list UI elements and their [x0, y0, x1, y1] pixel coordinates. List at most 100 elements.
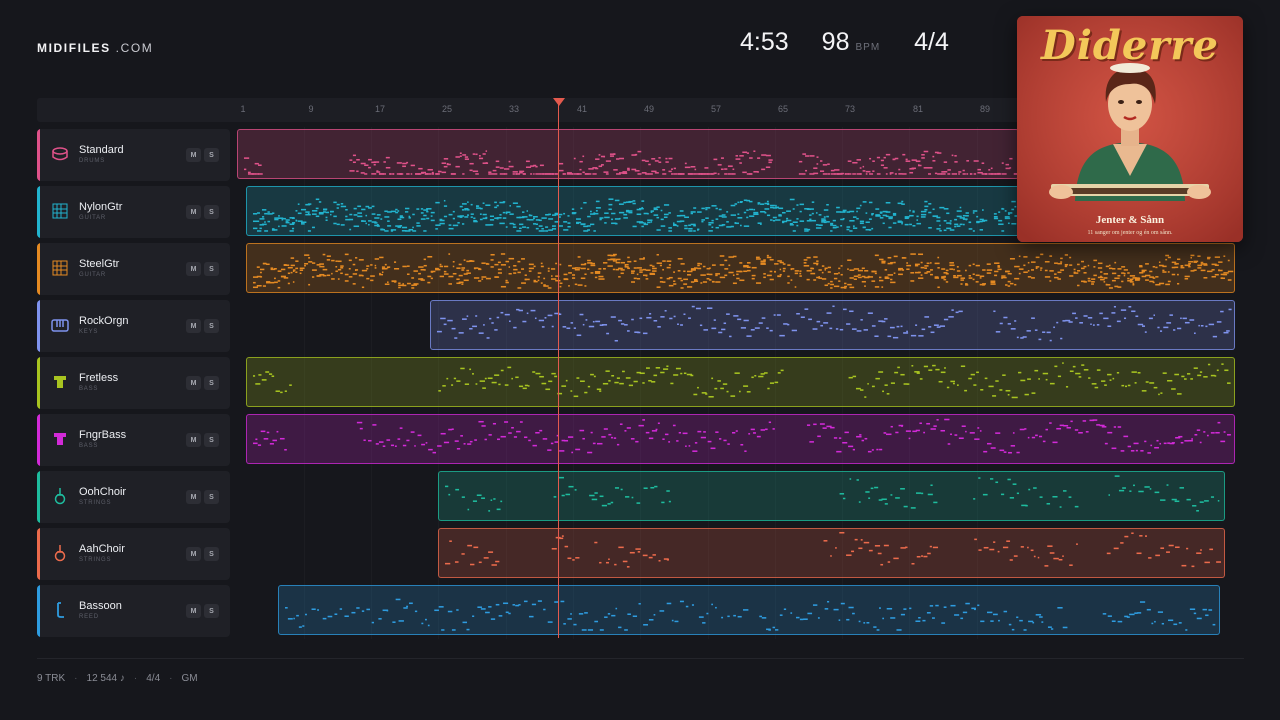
playhead-handle[interactable]	[553, 98, 565, 106]
track-header-standard[interactable]: Standard DRUMS M S	[37, 129, 230, 181]
separator-dot: ·	[169, 673, 173, 684]
solo-button[interactable]: S	[204, 262, 219, 276]
solo-button[interactable]: S	[204, 376, 219, 390]
track-name: FngrBass	[79, 429, 127, 441]
midi-region-aahchoir[interactable]	[438, 528, 1225, 578]
track-category: STRINGS	[79, 500, 112, 506]
mute-button[interactable]: M	[186, 205, 201, 219]
playhead[interactable]	[558, 102, 559, 638]
midi-region-fngrbass[interactable]	[246, 414, 1235, 464]
ruler-tick: 9	[308, 104, 314, 114]
track-category: STRINGS	[79, 557, 112, 563]
time-signature: 4/4	[914, 28, 949, 56]
ruler-tick: 57	[710, 104, 722, 114]
track-category: DRUMS	[79, 158, 105, 164]
midi-region-fretless[interactable]	[246, 357, 1235, 407]
mute-button[interactable]: M	[186, 490, 201, 504]
bassoon-icon	[51, 601, 69, 619]
brand-logo: MIDIFILES .COM	[37, 41, 153, 55]
note-cluster	[444, 531, 1222, 568]
track-category: REED	[79, 614, 99, 620]
solo-button[interactable]: S	[204, 547, 219, 561]
note-cluster	[252, 362, 1231, 399]
tempo: 98	[821, 28, 850, 56]
mute-button[interactable]: M	[186, 433, 201, 447]
brand-suffix: .COM	[115, 41, 154, 55]
ruler-tick: 41	[576, 104, 588, 114]
mute-button[interactable]: M	[186, 262, 201, 276]
note-cluster	[284, 598, 1216, 631]
track-header-oohchoir[interactable]: OohChoir STRINGS M S	[37, 471, 230, 523]
midi-region-rockorgn[interactable]	[430, 300, 1235, 350]
track-header-aahchoir[interactable]: AahChoir STRINGS M S	[37, 528, 230, 580]
track-name: Fretless	[79, 372, 119, 384]
mute-button[interactable]: M	[186, 376, 201, 390]
footer-divider	[37, 658, 1244, 659]
track-color-bar	[37, 243, 40, 295]
guitar-icon	[51, 202, 69, 220]
mute-button[interactable]: M	[186, 148, 201, 162]
mute-button[interactable]: M	[186, 604, 201, 618]
track-category: KEYS	[79, 329, 99, 335]
track-name: SteelGtr	[79, 258, 120, 270]
ruler-tick: 17	[374, 104, 386, 114]
footer-stats: 9 TRK · 12 544 ♪ · 4/4 · GM	[37, 673, 198, 684]
bass-icon	[51, 373, 69, 391]
track-color-bar	[37, 300, 40, 352]
track-header-steelgtr[interactable]: SteelGtr GUITAR M S	[37, 243, 230, 295]
track-color-bar	[37, 129, 40, 181]
solo-button[interactable]: S	[204, 604, 219, 618]
note-cluster	[252, 418, 1231, 454]
track-count: 9 TRK	[37, 673, 66, 684]
note-cluster	[252, 253, 1234, 289]
track-name: NylonGtr	[79, 201, 123, 213]
track-category: GUITAR	[79, 215, 107, 221]
solo-button[interactable]: S	[204, 319, 219, 333]
midi-region-standard[interactable]	[237, 129, 1019, 179]
midi-region-oohchoir[interactable]	[438, 471, 1225, 521]
midi-region-bassoon[interactable]	[278, 585, 1220, 635]
note-count: 12 544 ♪	[86, 673, 125, 684]
mute-button[interactable]: M	[186, 547, 201, 561]
song-stats: 4:53 98 BPM 4/4	[740, 28, 949, 57]
track-name: Standard	[79, 144, 124, 156]
track-color-bar	[37, 585, 40, 637]
album-tagline: 11 sanger om jenter og én om sånn.	[1087, 230, 1173, 236]
track-color-bar	[37, 186, 40, 238]
ruler-tick: 49	[643, 104, 655, 114]
track-header-nylongtr[interactable]: NylonGtr GUITAR M S	[37, 186, 230, 238]
separator-dot: ·	[74, 673, 78, 684]
track-header-rockorgn[interactable]: RockOrgn KEYS M S	[37, 300, 230, 352]
solo-button[interactable]: S	[204, 148, 219, 162]
note-cluster	[444, 475, 1220, 512]
midi-region-steelgtr[interactable]	[246, 243, 1235, 293]
solo-button[interactable]: S	[204, 490, 219, 504]
duration: 4:53	[740, 28, 789, 56]
track-name: Bassoon	[79, 600, 122, 612]
violin-icon	[51, 487, 69, 505]
ruler-tick: 73	[844, 104, 856, 114]
note-cluster	[243, 150, 1018, 175]
solo-button[interactable]: S	[204, 433, 219, 447]
drum-icon	[51, 145, 69, 163]
track-name: OohChoir	[79, 486, 127, 498]
ruler-tick: 25	[441, 104, 453, 114]
album-title: Diderre	[1041, 22, 1219, 69]
mute-button[interactable]: M	[186, 319, 201, 333]
album-cover: Diderre Jenter & Sånn 11 sanger om jente…	[1017, 16, 1243, 242]
track-category: BASS	[79, 386, 99, 392]
track-header-bassoon[interactable]: Bassoon REED M S	[37, 585, 230, 637]
track-name: AahChoir	[79, 543, 125, 555]
track-header-fretless[interactable]: Fretless BASS M S	[37, 357, 230, 409]
violin-icon	[51, 544, 69, 562]
track-color-bar	[37, 357, 40, 409]
footer-meter: 4/4	[146, 673, 161, 684]
ruler-tick: 1	[240, 104, 246, 114]
midi-standard: GM	[181, 673, 198, 684]
track-header-fngrbass[interactable]: FngrBass BASS M S	[37, 414, 230, 466]
bass-icon	[51, 430, 69, 448]
solo-button[interactable]: S	[204, 205, 219, 219]
guitar-icon	[51, 259, 69, 277]
keys-icon	[51, 316, 69, 334]
track-color-bar	[37, 528, 40, 580]
